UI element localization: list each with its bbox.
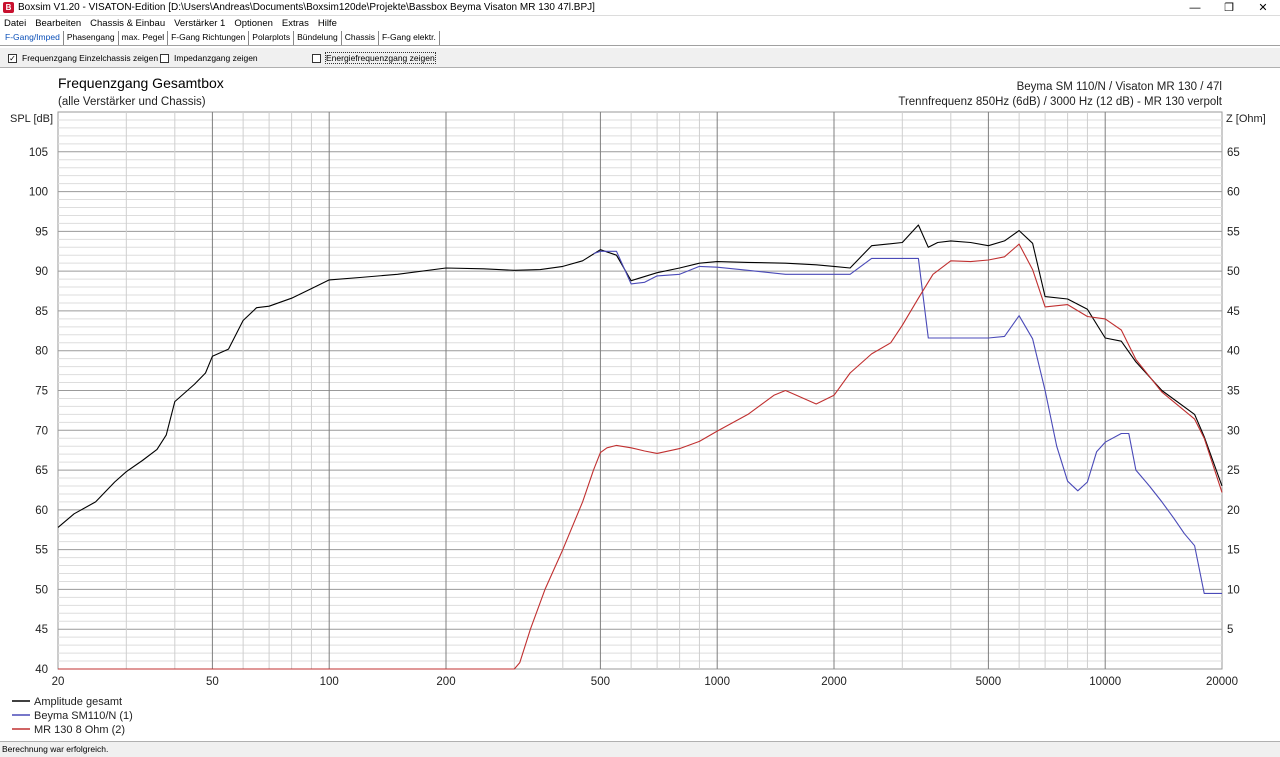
y-tick-label: 70 — [35, 425, 48, 437]
y-tick-label: 50 — [35, 584, 48, 596]
tab-buendelung[interactable]: Bündelung — [294, 31, 342, 45]
menu-optionen[interactable]: Optionen — [234, 18, 273, 29]
y-tick-label: 95 — [35, 226, 48, 238]
y2-tick-label: 45 — [1227, 306, 1240, 318]
checkbox-energiefrequenzgang[interactable] — [312, 53, 321, 63]
menu-extras[interactable]: Extras — [282, 18, 309, 29]
menu-verstaerker[interactable]: Verstärker 1 — [174, 18, 225, 29]
tab-phasengang[interactable]: Phasengang — [64, 31, 119, 45]
y-tick-label: 55 — [35, 545, 48, 557]
menu-bar: Datei Bearbeiten Chassis & Einbau Verstä… — [0, 16, 1280, 30]
tab-polarplots[interactable]: Polarplots — [249, 31, 295, 45]
x-tick-label: 20 — [52, 676, 65, 688]
option-impedanzgang[interactable]: Impedanzgang zeigen — [160, 53, 258, 63]
y2-tick-label: 35 — [1227, 386, 1240, 398]
y2-tick-label: 25 — [1227, 465, 1240, 477]
chart-info-line1: Beyma SM 110/N / Visaton MR 130 / 47l — [1017, 81, 1222, 93]
tab-bar: F-Gang/Imped Phasengang max. Pegel F-Gan… — [0, 30, 1280, 46]
tab-chassis[interactable]: Chassis — [342, 31, 379, 45]
legend-label: Beyma SM110/N (1) — [34, 710, 133, 722]
option-einzelchassis[interactable]: ✓ Frequenzgang Einzelchassis zeigen — [8, 53, 158, 63]
legend-label: MR 130 8 Ohm (2) — [34, 724, 125, 736]
frequency-response-chart: Frequenzgang Gesamtbox (alle Verstärker … — [10, 75, 1266, 736]
maximize-icon[interactable]: ❐ — [1212, 0, 1246, 16]
menu-bearbeiten[interactable]: Bearbeiten — [35, 18, 81, 29]
y-tick-label: 60 — [35, 505, 48, 517]
y2-tick-label: 40 — [1227, 346, 1240, 358]
close-icon[interactable]: ✕ — [1246, 0, 1280, 16]
menu-chassis-einbau[interactable]: Chassis & Einbau — [90, 18, 165, 29]
y-tick-label: 45 — [35, 624, 48, 636]
chart-info-line2: Trennfrequenz 850Hz (6dB) / 3000 Hz (12 … — [898, 96, 1222, 108]
y-axis-label: SPL [dB] — [10, 113, 53, 125]
tab-fgang-imped[interactable]: F-Gang/Imped — [2, 31, 64, 45]
y-tick-label: 40 — [35, 664, 48, 676]
window-title: Boxsim V1.20 - VISATON-Edition [D:\Users… — [18, 2, 595, 13]
x-tick-label: 50 — [206, 676, 219, 688]
option-energiefrequenzgang[interactable]: Energiefrequenzgang zeigen — [312, 52, 436, 64]
option-impedanzgang-label: Impedanzgang zeigen — [174, 53, 258, 63]
x-tick-label: 20000 — [1206, 676, 1238, 688]
option-einzelchassis-label: Frequenzgang Einzelchassis zeigen — [22, 53, 159, 63]
x-tick-label: 10000 — [1089, 676, 1121, 688]
y-tick-label: 85 — [35, 306, 48, 318]
y-tick-label: 80 — [35, 346, 48, 358]
x-tick-label: 200 — [436, 676, 455, 688]
y2-tick-label: 10 — [1227, 584, 1240, 596]
x-tick-label: 100 — [320, 676, 339, 688]
y2-tick-label: 50 — [1227, 266, 1240, 278]
x-tick-label: 2000 — [821, 676, 847, 688]
chart-title: Frequenzgang Gesamtbox — [58, 75, 224, 91]
y-tick-label: 105 — [29, 147, 48, 159]
tab-max-pegel[interactable]: max. Pegel — [119, 31, 169, 45]
y2-tick-label: 65 — [1227, 147, 1240, 159]
legend-label: Amplitude gesamt — [34, 696, 122, 708]
y-tick-label: 100 — [29, 187, 48, 199]
chart-area: Frequenzgang Gesamtbox (alle Verstärker … — [0, 69, 1280, 740]
checkbox-einzelchassis[interactable]: ✓ — [8, 53, 17, 63]
y2-tick-label: 55 — [1227, 226, 1240, 238]
title-bar: B Boxsim V1.20 - VISATON-Edition [D:\Use… — [0, 0, 1280, 16]
chart-grid — [57, 111, 1223, 670]
chart-subtitle: (alle Verstärker und Chassis) — [58, 96, 206, 108]
y-tick-label: 65 — [35, 465, 48, 477]
x-tick-label: 1000 — [704, 676, 730, 688]
tab-fgang-richtungen[interactable]: F-Gang Richtungen — [168, 31, 250, 45]
options-bar: ✓ Frequenzgang Einzelchassis zeigen Impe… — [0, 48, 1280, 68]
tab-fgang-elektr[interactable]: F-Gang elektr. — [379, 31, 440, 45]
minimize-icon[interactable]: — — [1178, 0, 1212, 16]
y2-tick-label: 5 — [1227, 624, 1233, 636]
chart-legend: Amplitude gesamt Beyma SM110/N (1) MR 130 … — [12, 696, 133, 736]
x-tick-label: 5000 — [976, 676, 1002, 688]
option-energiefrequenzgang-label: Energiefrequenzgang zeigen — [325, 52, 436, 64]
checkbox-impedanzgang[interactable] — [160, 53, 169, 63]
y2-tick-label: 30 — [1227, 425, 1240, 437]
y-tick-label: 90 — [35, 266, 48, 278]
y-tick-label: 75 — [35, 386, 48, 398]
y2-axis-label: Z [Ohm] — [1226, 113, 1266, 125]
boxsim-app-icon: B — [3, 2, 14, 13]
menu-hilfe[interactable]: Hilfe — [318, 18, 337, 29]
y2-tick-label: 20 — [1227, 505, 1240, 517]
y2-tick-label: 60 — [1227, 187, 1240, 199]
status-bar: Berechnung war erfolgreich. — [0, 741, 1280, 757]
menu-datei[interactable]: Datei — [4, 18, 26, 29]
y2-tick-label: 15 — [1227, 545, 1240, 557]
x-tick-label: 500 — [591, 676, 610, 688]
